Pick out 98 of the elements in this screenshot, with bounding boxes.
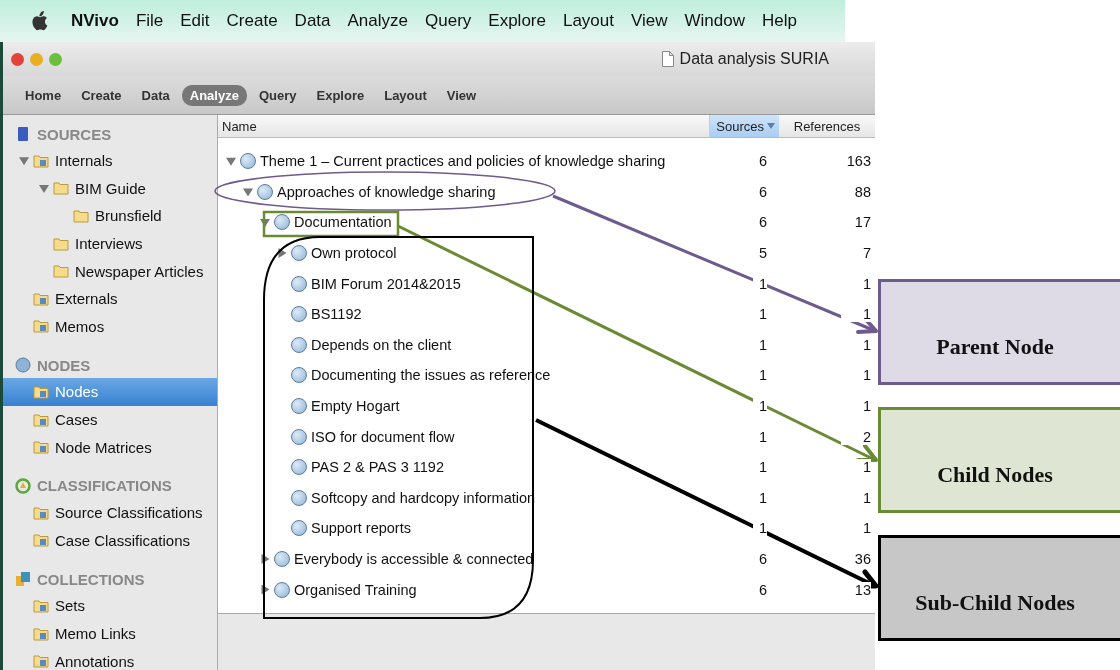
column-header[interactable]: References: [779, 115, 875, 137]
menu-item[interactable]: Edit: [180, 11, 210, 31]
apple-logo-icon[interactable]: [30, 10, 48, 32]
badged-folder-icon: [33, 505, 49, 520]
folder-icon: [53, 181, 69, 196]
node-icon: [257, 183, 273, 200]
menu-item[interactable]: Window: [684, 11, 745, 31]
badged-folder-icon: [33, 654, 49, 669]
node-name[interactable]: PAS 2 & PAS 3 1192: [311, 459, 444, 476]
sidebar-item[interactable]: Newspaper Articles: [3, 257, 217, 285]
node-icon: [291, 520, 307, 537]
folder-icon: [53, 264, 69, 279]
ribbon-tab[interactable]: Analyze: [181, 84, 247, 106]
callout-box: Sub-Child Nodes: [878, 535, 1120, 641]
sidebar-item[interactable]: BIM Guide: [3, 174, 217, 203]
node-icon: [291, 306, 307, 323]
app-menu[interactable]: NVivo: [71, 11, 119, 31]
callout-box: Child Nodes: [878, 407, 1120, 513]
window-title: Data analysis SURIA: [679, 50, 829, 68]
node-name[interactable]: Organised Training: [294, 581, 417, 598]
node-icon: [291, 398, 307, 415]
sources-count: 1: [753, 275, 767, 292]
references-count: 1: [841, 306, 871, 323]
node-icon: [291, 336, 307, 353]
callout-box: Parent Node: [878, 279, 1120, 385]
menu-item[interactable]: Explore: [488, 11, 546, 31]
ribbon-tab[interactable]: Data: [133, 84, 178, 106]
sidebar-item[interactable]: Annotations: [3, 647, 217, 670]
node-icon: [274, 581, 290, 598]
menu-item[interactable]: Query: [425, 11, 472, 31]
node-name[interactable]: Support reports: [311, 520, 411, 537]
sidebar-item[interactable]: Node Matrices: [3, 433, 217, 461]
column-header[interactable]: Sources: [709, 115, 779, 137]
folder-icon: [73, 209, 89, 223]
sources-count: 1: [753, 520, 767, 537]
menu-item[interactable]: Data: [294, 11, 331, 31]
menu-item[interactable]: Create: [226, 11, 278, 31]
node-icon: [291, 245, 307, 262]
node-icon: [291, 459, 307, 476]
node-name[interactable]: Everybody is accessible & connected: [294, 551, 534, 567]
badged-folder-icon: [33, 412, 49, 427]
node-name[interactable]: BIM Forum 2014&2015: [311, 275, 461, 292]
node-name[interactable]: Own protocol: [311, 245, 397, 262]
book-icon: [15, 126, 31, 142]
node-name[interactable]: Softcopy and hardcopy information: [311, 489, 536, 506]
node-icon: [291, 367, 307, 384]
ribbon-tab[interactable]: View: [438, 84, 485, 106]
node-icon: [274, 214, 290, 231]
ribbon-tab[interactable]: Query: [250, 84, 305, 106]
section-heading: NODES: [37, 356, 91, 374]
sidebar-item[interactable]: Cases: [3, 405, 217, 434]
document-icon: [661, 51, 674, 67]
badged-folder-icon: [33, 533, 49, 548]
node-name[interactable]: Approaches of knowledge sharing: [277, 183, 496, 200]
close-icon[interactable]: [11, 52, 24, 66]
node-name[interactable]: ISO for document flow: [311, 428, 455, 445]
ribbon-tab[interactable]: Home: [17, 84, 70, 106]
node-icon: [240, 153, 256, 170]
badged-folder-icon: [33, 291, 49, 306]
menu-item[interactable]: Layout: [562, 11, 614, 31]
sidebar-item[interactable]: Case Classifications: [3, 526, 217, 555]
menu-item[interactable]: Help: [762, 11, 797, 31]
node-name[interactable]: BS1192: [311, 306, 362, 323]
folder-icon: [53, 236, 69, 251]
sidebar-item[interactable]: Source Classifications: [3, 498, 217, 527]
sidebar-item[interactable]: Interviews: [3, 229, 217, 258]
sidebar-item[interactable]: Internals: [3, 147, 217, 175]
node-icon: [291, 489, 307, 506]
node-name[interactable]: Theme 1 – Current practices and policies of knowledge sharing: [260, 153, 666, 170]
node-icon: [274, 551, 290, 567]
menu-item[interactable]: Analyze: [347, 11, 408, 31]
sidebar-item[interactable]: Memo Links: [3, 619, 217, 648]
sidebar-item[interactable]: Memos: [3, 312, 217, 341]
badged-folder-icon: [33, 440, 49, 455]
node-name[interactable]: Empty Hogart: [311, 398, 400, 415]
menu-item[interactable]: File: [135, 11, 164, 31]
node-name[interactable]: Depends on the client: [311, 336, 452, 353]
badged-folder-icon: [33, 319, 49, 334]
sidebar-item[interactable]: Brunsfield: [3, 202, 217, 230]
sidebar-item[interactable]: Externals: [3, 284, 217, 313]
node-icon: [291, 275, 307, 292]
badged-folder-icon: [33, 153, 49, 168]
badged-folder-icon: [33, 598, 49, 613]
ribbon-tab[interactable]: Layout: [376, 84, 435, 106]
stack-icon: [15, 571, 31, 588]
node-icon: [291, 428, 307, 445]
badged-folder-icon: [33, 384, 49, 399]
sidebar-item[interactable]: Sets: [3, 592, 217, 620]
section-heading: COLLECTIONS: [37, 570, 145, 588]
node-name[interactable]: Documentation: [294, 214, 392, 231]
menu-item[interactable]: View: [631, 11, 668, 31]
section-heading: SOURCES: [37, 125, 112, 143]
badged-folder-icon: [33, 626, 49, 641]
ribbon-tab[interactable]: Create: [73, 84, 130, 106]
section-heading: CLASSIFICATIONS: [37, 477, 172, 495]
ribbon-tab[interactable]: Explore: [308, 84, 373, 106]
column-header[interactable]: Name: [218, 115, 709, 137]
node-icon: [15, 357, 31, 374]
